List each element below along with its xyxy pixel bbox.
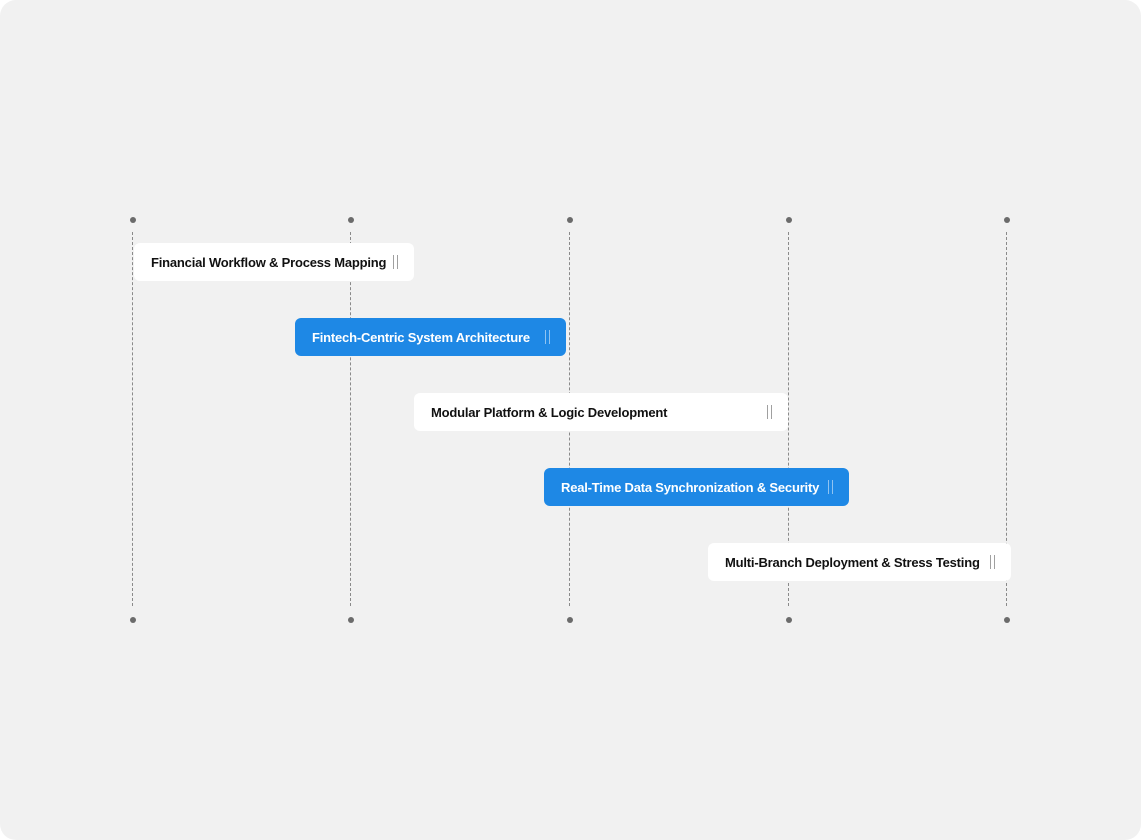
task-label: Modular Platform & Logic Development (431, 404, 668, 420)
guide-bottom-dot (567, 617, 573, 623)
task-bar-data-synchronization[interactable]: Real-Time Data Synchronization & Securit… (544, 468, 849, 506)
guide-top-dot (348, 217, 354, 223)
timeline-canvas: Financial Workflow & Process Mapping Fin… (0, 0, 1141, 840)
drag-handle-icon[interactable] (828, 480, 833, 494)
guide-bottom-dot (348, 617, 354, 623)
drag-handle-icon[interactable] (990, 555, 995, 569)
task-label: Real-Time Data Synchronization & Securit… (561, 479, 820, 495)
guide-dashed-line (132, 232, 133, 606)
drag-handle-icon[interactable] (545, 330, 550, 344)
drag-handle-icon[interactable] (393, 255, 398, 269)
task-label: Multi-Branch Deployment & Stress Testing (725, 554, 980, 570)
task-label: Fintech-Centric System Architecture (312, 329, 530, 345)
guide-bottom-dot (130, 617, 136, 623)
timeline-guide (130, 217, 136, 623)
drag-handle-icon[interactable] (767, 405, 772, 419)
guide-top-dot (567, 217, 573, 223)
guide-dashed-line (350, 232, 351, 606)
guide-bottom-dot (1004, 617, 1010, 623)
guide-top-dot (1004, 217, 1010, 223)
task-bar-financial-workflow[interactable]: Financial Workflow & Process Mapping (134, 243, 414, 281)
guide-top-dot (786, 217, 792, 223)
task-bar-platform-development[interactable]: Modular Platform & Logic Development (414, 393, 788, 431)
task-bar-system-architecture[interactable]: Fintech-Centric System Architecture (295, 318, 566, 356)
guide-bottom-dot (786, 617, 792, 623)
task-label: Financial Workflow & Process Mapping (151, 254, 387, 270)
task-bar-deployment-testing[interactable]: Multi-Branch Deployment & Stress Testing (708, 543, 1011, 581)
guide-top-dot (130, 217, 136, 223)
